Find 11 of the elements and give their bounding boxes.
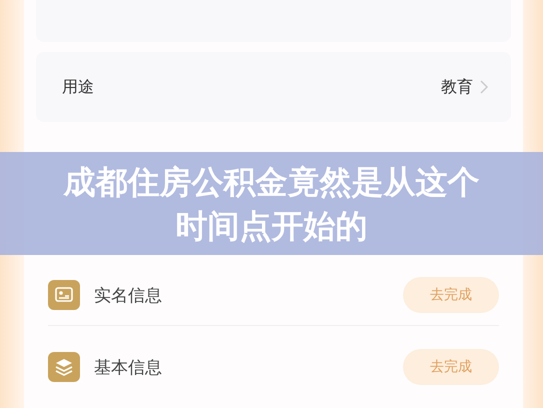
layers-icon [48,352,80,382]
row-value: 教育 [441,76,473,98]
complete-button[interactable]: 去完成 [403,277,499,313]
task-label: 实名信息 [94,284,163,306]
complete-button[interactable]: 去完成 [403,349,499,385]
list-row[interactable]: 用途 教育 [36,52,511,122]
id-card-icon [48,280,80,310]
task-label: 基本信息 [94,356,163,378]
chevron-icon [479,80,489,94]
row-label: 用途 [62,76,95,98]
banner-title: 成都住房公积金竟然是从这个时间点开始的 [62,162,480,246]
